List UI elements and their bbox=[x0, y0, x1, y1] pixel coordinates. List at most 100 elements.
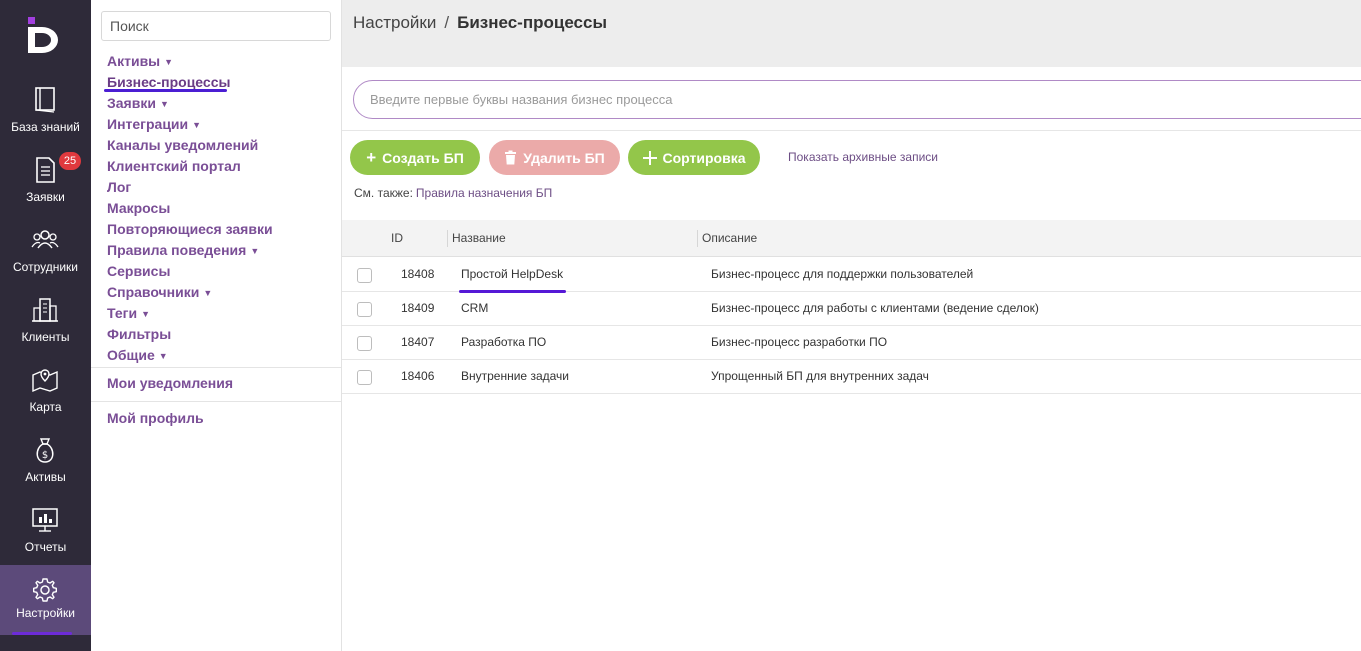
row-checkbox[interactable] bbox=[357, 370, 372, 385]
row-name[interactable]: Простой HelpDesk bbox=[461, 267, 563, 281]
column-resizer[interactable] bbox=[697, 230, 698, 247]
table-header: ID Название Описание bbox=[342, 220, 1361, 257]
table-row[interactable]: 18408 Простой HelpDesk Бизнес-процесс дл… bbox=[342, 258, 1361, 292]
nav-divider bbox=[91, 401, 341, 402]
nav-item-recurring-requests[interactable]: Повторяющиеся заявки bbox=[107, 221, 273, 237]
caret-down-icon: ▼ bbox=[158, 351, 168, 361]
main-content: Настройки / Бизнес-процессы + Создать БП Уд… bbox=[342, 0, 1361, 651]
caret-down-icon: ▼ bbox=[203, 288, 213, 298]
nav-item-behavior-rules[interactable]: Правила поведения ▼ bbox=[107, 242, 259, 258]
breadcrumb-parent[interactable]: Настройки bbox=[353, 13, 436, 32]
buildings-icon bbox=[32, 298, 58, 322]
nav-item-label: Клиентский портал bbox=[107, 158, 241, 174]
rail-item-label: Карта bbox=[29, 400, 62, 414]
rail-item-knowledge-base[interactable]: База знаний bbox=[0, 86, 91, 156]
rail-item-label: Активы bbox=[25, 470, 66, 484]
nav-item-label: Каналы уведомлений bbox=[107, 137, 259, 153]
button-label: Удалить БП bbox=[523, 149, 605, 166]
nav-item-tags[interactable]: Теги ▼ bbox=[107, 305, 150, 321]
rail-item-label: Клиенты bbox=[21, 330, 70, 344]
row-checkbox[interactable] bbox=[357, 302, 372, 317]
row-description: Бизнес-процесс для поддержки пользовател… bbox=[711, 267, 974, 281]
rail-item-settings[interactable]: Настройки bbox=[0, 565, 91, 635]
row-description: Упрощенный БП для внутренних задач bbox=[711, 369, 929, 383]
nav-item-my-notifications[interactable]: Мои уведомления bbox=[107, 375, 233, 391]
nav-item-services[interactable]: Сервисы bbox=[107, 263, 170, 279]
row-description: Бизнес-процесс разработки ПО bbox=[711, 335, 888, 349]
rail-item-label: Заявки bbox=[26, 190, 65, 204]
see-also: См. также: Правила назначения БП bbox=[354, 186, 552, 200]
nav-item-macros[interactable]: Макросы bbox=[107, 200, 170, 216]
rail-item-employees[interactable]: Сотрудники bbox=[0, 226, 91, 296]
monitor-chart-icon bbox=[32, 508, 58, 532]
nav-item-log[interactable]: Лог bbox=[107, 179, 131, 195]
assignment-rules-link[interactable]: Правила назначения БП bbox=[416, 186, 552, 200]
nav-item-label: Фильтры bbox=[107, 326, 172, 342]
rail-item-assets[interactable]: $ Активы bbox=[0, 436, 91, 506]
money-bag-icon: $ bbox=[36, 438, 54, 463]
row-name[interactable]: Разработка ПО bbox=[461, 335, 546, 349]
nav-search-input[interactable] bbox=[101, 11, 331, 41]
row-checkbox[interactable] bbox=[357, 336, 372, 351]
table-row[interactable]: 18406 Внутренние задачи Упрощенный БП дл… bbox=[342, 360, 1361, 394]
row-checkbox[interactable] bbox=[357, 268, 372, 283]
column-header-name[interactable]: Название bbox=[452, 231, 506, 245]
rail-item-clients[interactable]: Клиенты bbox=[0, 296, 91, 366]
sort-button[interactable]: Сортировка bbox=[628, 140, 760, 175]
nav-item-client-portal[interactable]: Клиентский портал bbox=[107, 158, 241, 174]
nav-item-label: Интеграции bbox=[107, 116, 189, 132]
row-id: 18407 bbox=[401, 335, 435, 349]
see-also-label: См. также: bbox=[354, 186, 413, 200]
rail-item-label: Настройки bbox=[16, 606, 75, 620]
nav-item-business-processes[interactable]: Бизнес-процессы bbox=[107, 74, 230, 90]
column-header-description[interactable]: Описание bbox=[702, 231, 757, 245]
nav-item-label: Повторяющиеся заявки bbox=[107, 221, 273, 237]
nav-item-directories[interactable]: Справочники ▼ bbox=[107, 284, 212, 300]
rail-item-label: Отчеты bbox=[24, 540, 67, 554]
process-search-input[interactable] bbox=[353, 80, 1361, 119]
nav-item-filters[interactable]: Фильтры bbox=[107, 326, 171, 342]
map-icon bbox=[32, 369, 58, 393]
users-icon bbox=[31, 230, 59, 249]
caret-down-icon: ▼ bbox=[250, 246, 260, 256]
delete-process-button[interactable]: Удалить БП bbox=[489, 140, 620, 175]
breadcrumb-separator: / bbox=[444, 13, 450, 32]
row-description: Бизнес-процесс для работы с клиентами (в… bbox=[711, 301, 1039, 315]
nav-item-label: Общие bbox=[107, 347, 155, 363]
nav-item-label: Сервисы bbox=[107, 263, 171, 279]
active-underline bbox=[12, 632, 72, 635]
nav-item-assets[interactable]: Активы ▼ bbox=[107, 53, 173, 69]
row-id: 18406 bbox=[401, 369, 435, 383]
create-process-button[interactable]: + Создать БП bbox=[350, 140, 480, 175]
trash-icon bbox=[505, 150, 517, 165]
nav-item-notification-channels[interactable]: Каналы уведомлений bbox=[107, 137, 258, 153]
nav-item-integrations[interactable]: Интеграции ▼ bbox=[107, 116, 201, 132]
table-row[interactable]: 18409 CRM Бизнес-процесс для работы с кл… bbox=[342, 292, 1361, 326]
rail-item-map[interactable]: Карта bbox=[0, 366, 91, 436]
table-row[interactable]: 18407 Разработка ПО Бизнес-процесс разра… bbox=[342, 326, 1361, 360]
row-name-highlight bbox=[459, 290, 566, 293]
show-archived-link[interactable]: Показать архивные записи bbox=[788, 150, 938, 164]
rail-item-label: Сотрудники bbox=[13, 260, 78, 274]
column-header-id[interactable]: ID bbox=[391, 231, 403, 245]
logo-icon[interactable] bbox=[26, 17, 62, 53]
nav-item-general[interactable]: Общие ▼ bbox=[107, 347, 168, 363]
column-resizer[interactable] bbox=[447, 230, 448, 247]
nav-item-my-profile[interactable]: Мой профиль bbox=[107, 410, 204, 426]
nav-item-requests[interactable]: Заявки ▼ bbox=[107, 95, 169, 111]
toolbar-divider bbox=[342, 130, 1361, 131]
header-bar: Настройки / Бизнес-процессы bbox=[342, 0, 1361, 67]
caret-down-icon: ▼ bbox=[192, 120, 202, 130]
nav-item-label: Бизнес-процессы bbox=[107, 74, 231, 90]
caret-down-icon: ▼ bbox=[164, 57, 174, 67]
row-name[interactable]: Внутренние задачи bbox=[461, 369, 569, 383]
caret-down-icon: ▼ bbox=[141, 309, 150, 319]
nav-item-label: Заявки bbox=[107, 95, 156, 111]
nav-item-label: Справочники bbox=[107, 284, 200, 300]
nav-active-underline bbox=[104, 89, 227, 92]
settings-nav: Активы▼ Бизнес-процессы Заявки▼ Интеграц… bbox=[91, 0, 342, 651]
nav-item-label: Макросы bbox=[107, 200, 171, 216]
nav-item-label: Лог bbox=[107, 179, 132, 195]
row-name[interactable]: CRM bbox=[461, 301, 488, 315]
main-rail: База знаний Заявки 25 Сотрудники Клиенты… bbox=[0, 0, 91, 651]
